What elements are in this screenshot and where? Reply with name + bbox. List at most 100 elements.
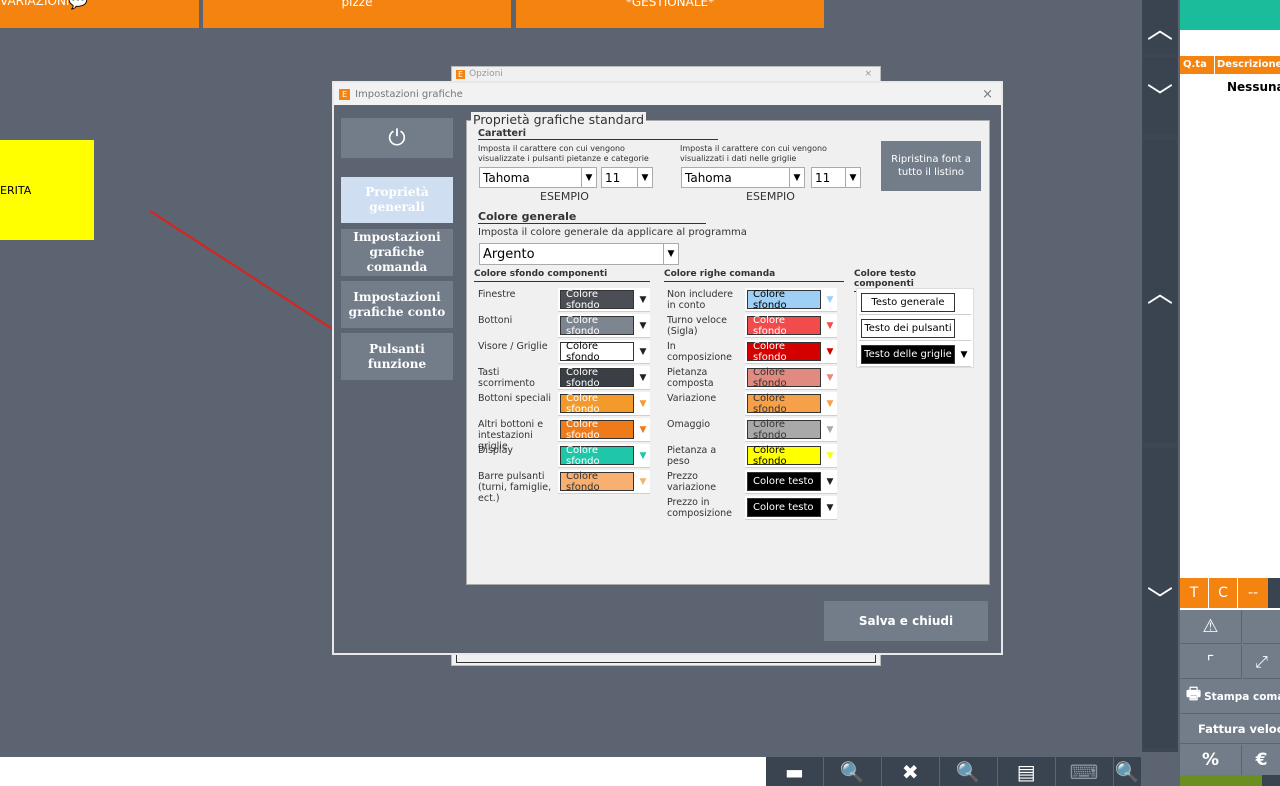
resize-button[interactable]: ⤢ [1243,645,1280,679]
drawer-icon: ▬ [785,759,804,784]
color-picker[interactable]: Colore sfondo ▼ [558,340,650,364]
scroll-up-large-button[interactable]: ︿ [1143,140,1177,443]
chevron-up-icon: ︿ [1146,14,1173,45]
close-icon[interactable]: × [864,69,872,79]
search-alt-button[interactable]: 🔍 [939,757,998,786]
color-picker[interactable]: Colore sfondo ▼ [745,392,837,416]
corner-button[interactable]: ⌜ [1180,645,1242,679]
quick-invoice-button[interactable]: Fattura veloc [1180,715,1280,744]
reset-font-button[interactable]: Ripristina font a tutto il listino [881,141,981,191]
exit-button[interactable]: ⏻ [341,118,453,158]
size-select-left[interactable]: 11 ▼ [601,167,653,188]
chevron-down-icon: ▼ [960,349,968,360]
fonts-header: Caratteri [478,128,718,140]
chevron-down-icon: ▼ [663,244,678,264]
bottom-input-area[interactable] [0,757,766,786]
blank-function-button[interactable] [1243,610,1280,644]
chevron-up-icon: ︿ [1146,279,1173,309]
color-picker[interactable]: Colore sfondo ▼ [558,392,650,416]
drawer-button[interactable]: ▬ [766,757,824,786]
chevron-down-icon: ▼ [639,346,647,357]
color-picker[interactable]: Colore sfondo ▼ [745,444,837,468]
chevron-down-icon: ▼ [639,424,647,435]
chevron-down-icon: ▼ [581,168,596,187]
color-swatch: Colore sfondo [560,393,634,415]
general-color-select[interactable]: Argento ▼ [479,243,679,265]
print-order-button[interactable]: 🖶 Stampa coma [1180,680,1280,714]
chevron-down-icon: ▼ [826,476,834,487]
warning-button[interactable]: ⚠ [1180,610,1242,644]
search-button[interactable]: 🔍 [823,757,882,786]
col-description: Descrizione [1217,59,1280,70]
c-button[interactable]: C [1209,578,1238,608]
dash-button[interactable]: -- [1238,578,1268,608]
nav-function-buttons[interactable]: Pulsanti funzione [341,333,453,380]
chevron-down-icon: ▼ [826,346,834,357]
color-picker[interactable]: Colore sfondo ▼ [745,418,837,442]
chevron-down-icon: ▼ [639,294,647,305]
nav-bill-graphics[interactable]: Impostazioni grafiche conto [341,281,453,328]
color-picker[interactable]: Colore sfondo ▼ [558,288,650,312]
color-picker[interactable]: Colore sfondo ▼ [745,366,837,390]
t-button[interactable]: T [1180,578,1209,608]
general-color-desc: Imposta il colore generale da applicare … [478,227,747,238]
euro-button[interactable]: € [1243,745,1280,775]
color-picker[interactable]: Colore sfondo ▼ [558,314,650,338]
close-icon[interactable]: × [982,87,993,102]
scroll-down-large-button[interactable]: ﹀ [1143,448,1177,748]
chevron-down-icon: ▼ [826,398,834,409]
color-label: Barre pulsanti (turni, famiglie, ect.) [478,471,552,504]
row-colors-list: Non includere in conto Colore sfondo ▼ Turn… [667,288,842,528]
text-color-picker[interactable]: Testo delle griglie ▼ [859,343,971,367]
color-label: Prezzo variazione [667,471,717,493]
app-icon: E [339,88,351,100]
cancel-button[interactable]: ✖ [881,757,940,786]
dialog-title: Impostazioni grafiche [355,88,463,100]
percent-button[interactable]: % [1180,745,1242,775]
chevron-down-icon: ▼ [639,450,647,461]
color-picker[interactable]: Colore sfondo ▼ [745,288,837,312]
color-picker[interactable]: Colore sfondo ▼ [558,444,650,468]
color-label: Variazione [667,393,717,404]
text-color-picker[interactable]: Testo dei pulsanti [859,317,971,341]
document-button[interactable]: ▤ [997,757,1056,786]
color-label: Display [478,445,514,456]
color-label: Pietanza a peso [667,445,717,467]
size-select-right[interactable]: 11 ▼ [811,167,861,188]
color-picker[interactable]: Colore testo ▼ [745,496,837,520]
color-picker[interactable]: Colore sfondo ▼ [745,314,837,338]
nav-order-graphics[interactable]: Impostazioni grafiche comanda [341,229,453,276]
color-picker[interactable]: Colore sfondo ▼ [558,366,650,390]
row-colors-header: Colore righe comanda [664,269,844,282]
color-picker[interactable]: Colore sfondo ▼ [558,470,650,494]
font-select-right[interactable]: Tahoma ▼ [681,167,805,188]
chevron-down-icon: ▼ [826,320,834,331]
color-picker[interactable]: Colore sfondo ▼ [745,340,837,364]
font-select-left[interactable]: Tahoma ▼ [479,167,597,188]
color-label: Omaggio [667,419,711,430]
fonts-left-desc: Imposta il carattere con cui vengono vis… [478,144,649,163]
color-picker[interactable]: Colore sfondo ▼ [558,418,650,442]
text-color-picker[interactable]: Testo generale [859,291,971,315]
save-close-button[interactable]: Salva e chiudi [824,601,988,641]
color-swatch: Colore sfondo [560,419,634,441]
nav-general-properties[interactable]: Proprietà generali [341,177,453,223]
chevron-down-icon: ﹀ [1146,83,1173,113]
chevron-down-icon: ▼ [826,294,834,305]
color-swatch: Colore testo [747,498,821,517]
text-color-swatch: Testo generale [861,293,955,312]
search-extra-button[interactable]: 🔍 [1113,757,1143,786]
text-components-list: Testo generale Testo dei pulsanti Testo de… [856,288,974,368]
col-qty: Q.ta [1183,59,1207,70]
chevron-down-icon: ▼ [639,476,647,487]
general-color-header: Colore generale [478,210,706,224]
color-label: Prezzo in composizione [667,497,733,519]
scroll-up-button[interactable]: ︿ [1143,0,1177,54]
scroll-down-button[interactable]: ﹀ [1143,57,1177,134]
color-label: Bottoni [478,315,513,326]
search-icon: 🔍 [839,759,865,784]
chevron-down-icon: ▼ [845,168,860,187]
color-picker[interactable]: Colore testo ▼ [745,470,837,494]
font-example-left: ESEMPIO [540,190,589,203]
keyboard-button[interactable]: ⌨ [1055,757,1114,786]
